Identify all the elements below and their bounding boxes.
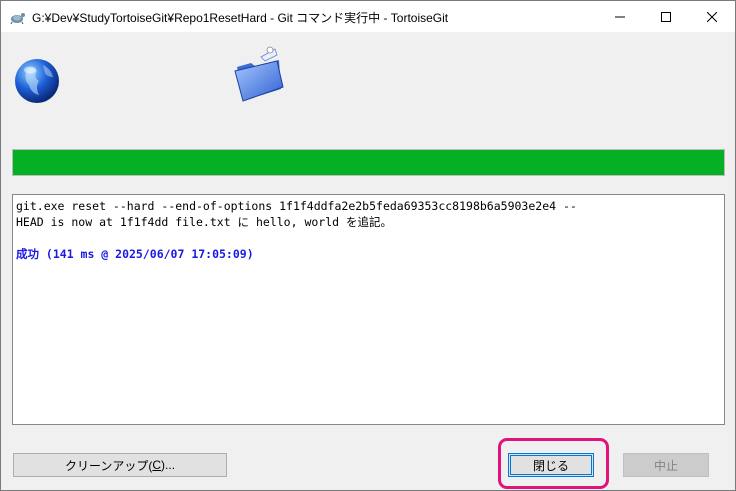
log-blank-line <box>16 230 721 246</box>
cleanup-button[interactable]: クリーンアップ(C)... <box>13 453 227 477</box>
tortoisegit-progress-dialog: G:¥Dev¥StudyTortoiseGit¥Repo1ResetHard -… <box>0 0 736 491</box>
window-title: G:¥Dev¥StudyTortoiseGit¥Repo1ResetHard -… <box>32 11 449 25</box>
log-line: HEAD is now at 1f1f4dd file.txt に hello,… <box>16 215 392 229</box>
abort-button[interactable]: 中止 <box>623 453 709 477</box>
tortoisegit-app-icon <box>10 13 25 25</box>
close-button[interactable]: 閉じる <box>508 453 594 477</box>
command-output-log[interactable]: git.exe reset --hard --end-of-options 1f… <box>12 194 725 425</box>
progress-bar-fill <box>13 150 724 175</box>
folder-icon <box>234 46 284 102</box>
globe-icon <box>15 59 59 103</box>
progress-bar <box>12 149 725 176</box>
maximize-button[interactable] <box>643 1 689 32</box>
abort-button-label: 中止 <box>653 458 678 473</box>
cleanup-button-label: クリーンアップ( <box>64 458 153 473</box>
close-button-focus-border <box>510 455 592 475</box>
minimize-button[interactable] <box>597 1 643 32</box>
log-line: git.exe reset --hard --end-of-options 1f… <box>16 199 577 213</box>
cleanup-button-mnemonic: C <box>152 458 162 472</box>
maximize-icon <box>661 11 671 22</box>
cleanup-button-suffix: )... <box>161 458 176 472</box>
minimize-icon <box>615 16 625 17</box>
close-icon <box>707 11 717 22</box>
close-window-button[interactable] <box>689 1 735 32</box>
log-result-line: 成功 (141 ms @ 2025/06/07 17:05:09) <box>16 247 254 261</box>
title-bar[interactable]: G:¥Dev¥StudyTortoiseGit¥Repo1ResetHard -… <box>1 1 735 32</box>
